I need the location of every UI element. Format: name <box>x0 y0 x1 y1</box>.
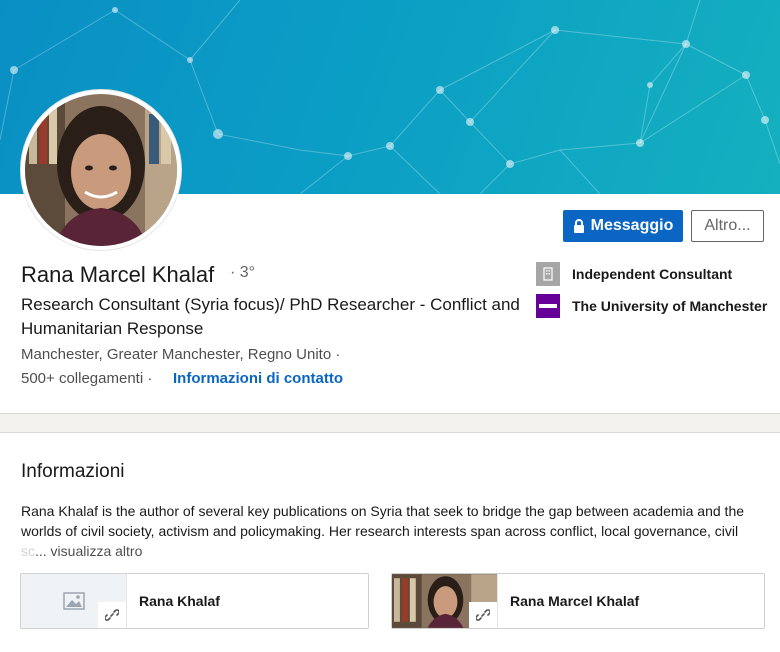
about-body: Rana Khalaf is the author of several key… <box>21 503 745 539</box>
message-button[interactable]: Messaggio <box>563 210 683 242</box>
profile-top-card: Messaggio Altro... Rana Marcel Khalaf · … <box>0 0 780 414</box>
profile-headline: Research Consultant (Syria focus)/ PhD R… <box>21 295 520 338</box>
connection-degree: · 3° <box>230 264 256 281</box>
link-icon <box>98 602 126 628</box>
about-text: Rana Khalaf is the author of several key… <box>21 501 761 561</box>
media-thumbnail <box>21 574 127 628</box>
lock-icon <box>573 219 584 233</box>
org-independent-consultant[interactable]: Independent Consultant <box>536 262 732 286</box>
about-section: Informazioni Rana Khalaf is the author o… <box>0 432 780 652</box>
about-title: Informazioni <box>21 461 125 482</box>
see-more-link[interactable]: ... visualizza altro <box>35 543 142 559</box>
university-logo <box>536 294 560 318</box>
message-button-label: Messaggio <box>590 217 674 234</box>
connections-count[interactable]: 500+ collegamenti · <box>21 370 152 387</box>
media-item[interactable]: Rana Marcel Khalaf <box>391 573 765 629</box>
org-name: Independent Consultant <box>572 266 733 282</box>
contact-info-link[interactable]: Informazioni di contatto <box>173 370 343 387</box>
org-university-of-manchester[interactable]: The University of Manchester <box>536 294 767 318</box>
link-icon <box>469 602 497 628</box>
profile-avatar[interactable] <box>21 90 181 250</box>
image-placeholder-icon <box>62 592 85 610</box>
profile-photo <box>25 94 177 246</box>
org-name: The University of Manchester <box>572 298 768 314</box>
media-label: Rana Marcel Khalaf <box>510 593 640 609</box>
building-icon <box>536 262 560 286</box>
media-label: Rana Khalaf <box>139 593 220 609</box>
more-button-label: Altro... <box>704 217 751 234</box>
profile-name: Rana Marcel Khalaf <box>21 262 215 287</box>
media-item[interactable]: Rana Khalaf <box>20 573 369 629</box>
media-thumbnail <box>392 574 498 628</box>
profile-location: Manchester, Greater Manchester, Regno Un… <box>21 346 341 363</box>
about-faded-text: sc <box>21 543 35 559</box>
more-button[interactable]: Altro... <box>691 210 764 242</box>
